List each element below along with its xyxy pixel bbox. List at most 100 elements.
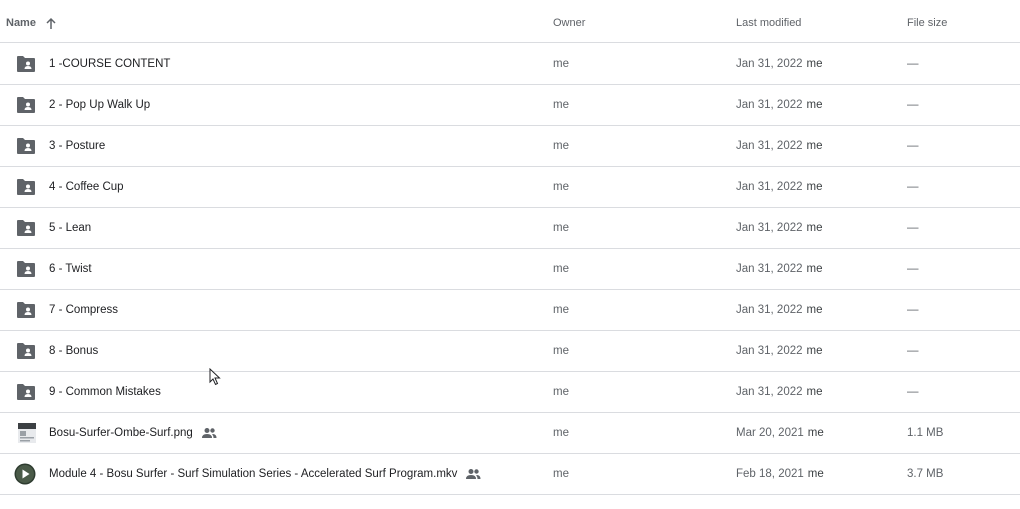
shared-people-icon bbox=[465, 468, 481, 480]
last-modified-cell: Jan 31, 2022 me bbox=[736, 85, 823, 125]
column-header-file-size[interactable]: File size bbox=[907, 0, 947, 43]
file-name-text: Bosu-Surfer-Ombe-Surf.png bbox=[49, 427, 193, 439]
last-modified-cell: Feb 18, 2021 me bbox=[736, 454, 824, 494]
file-name-text: 5 - Lean bbox=[49, 222, 92, 234]
file-row[interactable]: 4 - Coffee Cup me Jan 31, 2022 me — bbox=[0, 167, 1020, 208]
owner-cell: me bbox=[553, 181, 569, 193]
shared-folder-icon bbox=[16, 137, 36, 155]
column-header-owner[interactable]: Owner bbox=[553, 0, 585, 43]
shared-people-icon bbox=[201, 427, 217, 439]
owner-cell: me bbox=[553, 386, 569, 398]
modified-date: Jan 31, 2022 bbox=[736, 263, 803, 275]
file-name: 8 - Bonus bbox=[49, 331, 98, 371]
shared-folder-icon bbox=[16, 96, 36, 114]
file-list-header: Name Owner Last modified File size bbox=[0, 0, 1020, 43]
file-name-text: 8 - Bonus bbox=[49, 345, 99, 357]
owner-cell: me bbox=[553, 99, 569, 111]
modified-date: Jan 31, 2022 bbox=[736, 304, 803, 316]
file-name: 6 - Twist bbox=[49, 249, 92, 289]
shared-folder-icon bbox=[16, 260, 36, 278]
file-size-cell: — bbox=[907, 304, 919, 316]
file-row[interactable]: 1 -COURSE CONTENT me Jan 31, 2022 me — bbox=[0, 44, 1020, 85]
file-row[interactable]: 2 - Pop Up Walk Up me Jan 31, 2022 me — bbox=[0, 85, 1020, 126]
owner-cell: me bbox=[553, 58, 569, 70]
file-name-text: 9 - Common Mistakes bbox=[49, 386, 161, 398]
file-name: 1 -COURSE CONTENT bbox=[49, 44, 170, 84]
column-header-name[interactable]: Name bbox=[6, 0, 58, 47]
video-file-icon bbox=[14, 463, 36, 485]
modified-date: Jan 31, 2022 bbox=[736, 222, 803, 234]
last-modified-cell: Jan 31, 2022 me bbox=[736, 372, 823, 412]
shared-folder-icon bbox=[16, 342, 36, 360]
last-modified-cell: Jan 31, 2022 me bbox=[736, 167, 823, 207]
image-file-icon bbox=[17, 423, 37, 443]
modified-date: Feb 18, 2021 bbox=[736, 468, 804, 480]
owner-cell: me bbox=[553, 427, 569, 439]
last-modified-cell: Jan 31, 2022 me bbox=[736, 208, 823, 248]
owner-cell: me bbox=[553, 468, 569, 480]
file-size-cell: — bbox=[907, 181, 919, 193]
owner-cell: me bbox=[553, 263, 569, 275]
file-row[interactable]: 7 - Compress me Jan 31, 2022 me — bbox=[0, 290, 1020, 331]
modified-by: me bbox=[806, 181, 823, 193]
arrow-up-icon[interactable] bbox=[44, 17, 58, 31]
file-name: Module 4 - Bosu Surfer - Surf Simulation… bbox=[49, 454, 481, 494]
owner-cell: me bbox=[553, 304, 569, 316]
last-modified-cell: Jan 31, 2022 me bbox=[736, 290, 823, 330]
file-row[interactable]: Module 4 - Bosu Surfer - Surf Simulation… bbox=[0, 454, 1020, 495]
file-row[interactable]: 3 - Posture me Jan 31, 2022 me — bbox=[0, 126, 1020, 167]
file-name: 5 - Lean bbox=[49, 208, 91, 248]
file-size-cell: — bbox=[907, 263, 919, 275]
modified-date: Jan 31, 2022 bbox=[736, 345, 803, 357]
file-name-text: Module 4 - Bosu Surfer - Surf Simulation… bbox=[49, 468, 458, 480]
modified-date: Jan 31, 2022 bbox=[736, 386, 803, 398]
last-modified-cell: Jan 31, 2022 me bbox=[736, 331, 823, 371]
modified-by: me bbox=[807, 427, 824, 439]
file-name: 2 - Pop Up Walk Up bbox=[49, 85, 150, 125]
file-name-text: 3 - Posture bbox=[49, 140, 106, 152]
file-name-text: 6 - Twist bbox=[49, 263, 92, 275]
file-name: 7 - Compress bbox=[49, 290, 118, 330]
modified-date: Jan 31, 2022 bbox=[736, 58, 803, 70]
file-name-text: 1 -COURSE CONTENT bbox=[49, 58, 171, 70]
modified-by: me bbox=[806, 263, 823, 275]
file-size-cell: — bbox=[907, 58, 919, 70]
file-row[interactable]: 6 - Twist me Jan 31, 2022 me — bbox=[0, 249, 1020, 290]
file-row[interactable]: 9 - Common Mistakes me Jan 31, 2022 me — bbox=[0, 372, 1020, 413]
shared-folder-icon bbox=[16, 178, 36, 196]
owner-cell: me bbox=[553, 222, 569, 234]
last-modified-cell: Mar 20, 2021 me bbox=[736, 413, 824, 453]
mouse-cursor-icon bbox=[209, 367, 221, 386]
file-row[interactable]: 8 - Bonus me Jan 31, 2022 me — bbox=[0, 331, 1020, 372]
owner-cell: me bbox=[553, 140, 569, 152]
modified-date: Jan 31, 2022 bbox=[736, 181, 803, 193]
last-modified-cell: Jan 31, 2022 me bbox=[736, 126, 823, 166]
file-size-cell: — bbox=[907, 386, 919, 398]
file-name-text: 7 - Compress bbox=[49, 304, 119, 316]
modified-by: me bbox=[806, 140, 823, 152]
file-size-cell: 1.1 MB bbox=[907, 427, 944, 439]
file-row[interactable]: Bosu-Surfer-Ombe-Surf.png me Mar 20, 2021 m… bbox=[0, 413, 1020, 454]
modified-by: me bbox=[806, 99, 823, 111]
last-modified-cell: Jan 31, 2022 me bbox=[736, 44, 823, 84]
shared-folder-icon bbox=[16, 301, 36, 319]
modified-by: me bbox=[806, 222, 823, 234]
file-size-cell: — bbox=[907, 345, 919, 357]
file-name: 9 - Common Mistakes bbox=[49, 372, 161, 412]
file-size-cell: — bbox=[907, 140, 919, 152]
modified-by: me bbox=[806, 345, 823, 357]
modified-date: Jan 31, 2022 bbox=[736, 99, 803, 111]
file-row[interactable]: 5 - Lean me Jan 31, 2022 me — bbox=[0, 208, 1020, 249]
file-size-cell: — bbox=[907, 99, 919, 111]
file-name-text: 4 - Coffee Cup bbox=[49, 181, 124, 193]
shared-folder-icon bbox=[16, 383, 36, 401]
modified-date: Jan 31, 2022 bbox=[736, 140, 803, 152]
modified-by: me bbox=[807, 468, 824, 480]
last-modified-cell: Jan 31, 2022 me bbox=[736, 249, 823, 289]
file-size-cell: — bbox=[907, 222, 919, 234]
column-header-last-modified[interactable]: Last modified bbox=[736, 0, 801, 43]
shared-folder-icon bbox=[16, 55, 36, 73]
modified-by: me bbox=[806, 304, 823, 316]
file-name: Bosu-Surfer-Ombe-Surf.png bbox=[49, 413, 217, 453]
modified-by: me bbox=[806, 386, 823, 398]
